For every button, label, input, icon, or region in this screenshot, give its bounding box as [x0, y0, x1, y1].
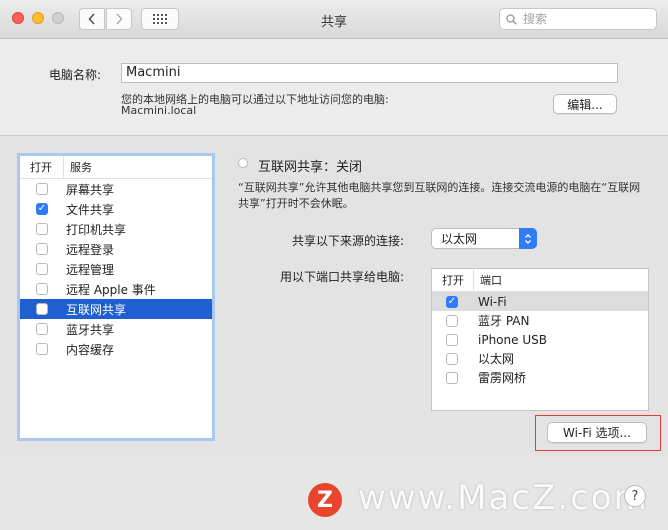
service-row[interactable]: 蓝牙共享	[20, 319, 212, 339]
port-row[interactable]: 雷雳网桥	[432, 368, 648, 387]
port-checkbox[interactable]	[446, 333, 458, 346]
port-row[interactable]: ✓ Wi-Fi	[432, 292, 648, 311]
edit-button[interactable]: 编辑...	[553, 94, 617, 114]
internet-sharing-radio[interactable]	[238, 158, 248, 168]
service-row[interactable]: 屏幕共享	[20, 179, 212, 199]
ports-header-port: 端口	[480, 274, 502, 287]
port-checkbox[interactable]	[446, 352, 458, 365]
port-row[interactable]: iPhone USB	[432, 330, 648, 349]
service-row[interactable]: 打印机共享	[20, 219, 212, 239]
service-label: 远程登录	[66, 242, 115, 257]
search-field[interactable]	[499, 8, 657, 30]
port-row[interactable]: 蓝牙 PAN	[432, 311, 648, 330]
internet-sharing-status: 互联网共享：关闭	[258, 160, 363, 175]
service-row[interactable]: 远程登录	[20, 239, 212, 259]
watermark-logo: Z	[308, 483, 342, 517]
service-label: 互联网共享	[66, 302, 127, 317]
service-checkbox[interactable]	[36, 343, 48, 355]
service-label: 远程管理	[66, 262, 115, 277]
service-checkbox[interactable]	[36, 223, 48, 235]
title-bar: 共享	[0, 0, 668, 39]
service-label: 远程 Apple 事件	[66, 282, 156, 297]
service-checkbox[interactable]	[36, 303, 48, 315]
port-row[interactable]: 以太网	[432, 349, 648, 368]
popup-arrows-icon	[519, 228, 537, 249]
service-checkbox[interactable]	[36, 183, 48, 195]
share-source-label: 共享以下来源的连接:	[292, 234, 405, 248]
service-row[interactable]: 互联网共享	[20, 299, 212, 319]
header-service: 服务	[70, 161, 92, 174]
computer-name-field[interactable]: Macmini	[121, 63, 618, 83]
computer-name-label: 电脑名称:	[49, 68, 102, 82]
service-checkbox[interactable]	[36, 263, 48, 275]
computer-name-section	[0, 39, 668, 136]
watermark-text: www.MacZ.com	[358, 478, 649, 518]
services-header: 打开 服务	[20, 156, 212, 179]
service-label: 文件共享	[66, 202, 115, 217]
help-button[interactable]: ?	[624, 485, 646, 507]
search-input[interactable]	[521, 11, 645, 27]
port-label: 雷雳网桥	[478, 371, 527, 385]
wifi-options-button[interactable]: Wi-Fi 选项...	[547, 422, 647, 443]
ports-list[interactable]: 打开 端口 ✓ Wi-Fi 蓝牙 PAN iPhone USB 以太网雷雳网桥	[431, 268, 649, 411]
service-checkbox[interactable]	[36, 283, 48, 295]
port-checkbox[interactable]	[446, 314, 458, 327]
ports-header: 打开 端口	[432, 269, 648, 292]
local-address: Macmini.local	[121, 104, 197, 117]
port-checkbox[interactable]: ✓	[446, 295, 458, 308]
service-row[interactable]: 远程 Apple 事件	[20, 279, 212, 299]
services-list[interactable]: 打开 服务 屏幕共享 ✓ 文件共享打印机共享远程登录远程管理远程 Apple 事件互…	[17, 153, 215, 441]
share-source-value: 以太网	[441, 232, 478, 246]
service-row[interactable]: 内容缓存	[20, 339, 212, 359]
service-checkbox[interactable]	[36, 323, 48, 335]
service-checkbox[interactable]	[36, 243, 48, 255]
service-label: 内容缓存	[66, 342, 115, 357]
header-on: 打开	[20, 156, 64, 178]
service-label: 屏幕共享	[66, 182, 115, 197]
share-source-popup[interactable]: 以太网	[431, 228, 537, 249]
port-label: iPhone USB	[478, 332, 547, 347]
service-row[interactable]: 远程管理	[20, 259, 212, 279]
ports-header-on: 打开	[432, 269, 474, 291]
port-label: 蓝牙 PAN	[478, 314, 530, 328]
service-label: 打印机共享	[66, 222, 127, 237]
port-label: 以太网	[478, 352, 515, 366]
service-label: 蓝牙共享	[66, 322, 115, 337]
service-checkbox[interactable]: ✓	[36, 203, 48, 215]
service-row[interactable]: ✓ 文件共享	[20, 199, 212, 219]
port-checkbox[interactable]	[446, 371, 458, 384]
internet-sharing-description: “互联网共享”允许其他电脑共享您到互联网的连接。连接交流电源的电脑在“互联网共享…	[238, 181, 641, 210]
port-label: Wi-Fi	[478, 294, 507, 309]
share-ports-label: 用以下端口共享给电脑:	[280, 270, 405, 284]
search-icon	[506, 13, 517, 25]
